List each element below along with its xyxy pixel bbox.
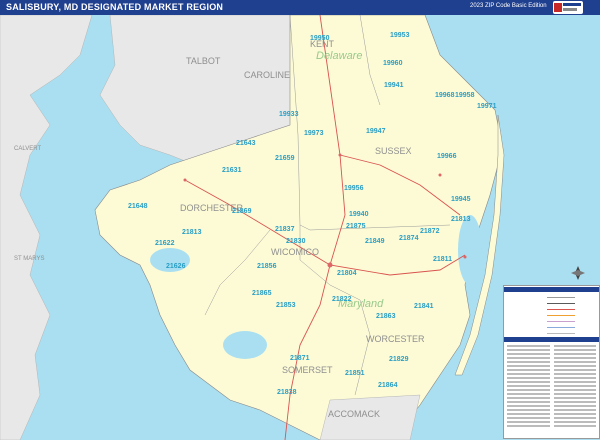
state-label-delaware: Delaware (316, 50, 362, 62)
legend-swatch (547, 296, 575, 298)
zip-label[interactable]: 19956 (344, 185, 364, 192)
county-label-accomack: ACCOMACK (328, 409, 380, 419)
zip-label[interactable]: 21837 (275, 226, 295, 233)
map-title: SALISBURY, MD DESIGNATED MARKET REGION (6, 2, 224, 12)
zip-label[interactable]: 19950 (310, 35, 330, 42)
county-label-wicomico: WICOMICO (271, 247, 319, 257)
coastal-bay (458, 215, 482, 285)
legend-swatch (547, 320, 575, 322)
zip-label[interactable]: 19973 (304, 130, 324, 137)
county-label-calvert: CALVERT (14, 146, 41, 152)
zip-label[interactable]: 21849 (365, 238, 385, 245)
zip-label[interactable]: 21851 (345, 370, 365, 377)
zip-label[interactable]: 21863 (376, 313, 396, 320)
zip-label[interactable]: 19940 (349, 211, 369, 218)
title-bar: SALISBURY, MD DESIGNATED MARKET REGION 2… (0, 0, 600, 15)
map-frame: SALISBURY, MD DESIGNATED MARKET REGION 2… (0, 0, 600, 440)
legend-swatch (547, 332, 575, 334)
legend-heading (504, 287, 599, 292)
zip-label[interactable]: 19968 (435, 92, 455, 99)
zip-label[interactable]: 19960 (383, 60, 403, 67)
county-label-worcester: WORCESTER (366, 334, 425, 344)
county-label-caroline: CAROLINE (244, 70, 290, 80)
zip-label[interactable]: 19958 (455, 92, 475, 99)
zip-label[interactable]: 21872 (420, 228, 440, 235)
zip-label[interactable]: 19966 (437, 153, 457, 160)
zip-label[interactable]: 21856 (257, 263, 277, 270)
edition-label: 2023 ZIP Code Basic Edition (470, 3, 547, 9)
zip-label[interactable]: 21659 (275, 155, 295, 162)
zip-label[interactable]: 19945 (451, 196, 471, 203)
county-label-sussex: SUSSEX (375, 146, 412, 156)
zip-label[interactable]: 21865 (252, 290, 272, 297)
zip-label[interactable]: 21838 (277, 389, 297, 396)
zip-label[interactable]: 21875 (346, 223, 366, 230)
zip-label[interactable]: 21829 (389, 356, 409, 363)
zip-label[interactable]: 21631 (222, 167, 242, 174)
legend-swatch (547, 308, 575, 310)
zip-label[interactable]: 21648 (128, 203, 148, 210)
zip-label[interactable]: 21874 (399, 235, 419, 242)
publisher-logo (553, 1, 583, 14)
zip-label[interactable]: 19953 (390, 32, 410, 39)
legend-row (507, 330, 596, 336)
zip-label[interactable]: 19941 (384, 82, 404, 89)
zip-label[interactable]: 21811 (433, 256, 452, 263)
zip-label[interactable]: 21853 (276, 302, 296, 309)
legend-swatch (547, 326, 575, 328)
county-label-talbot: TALBOT (186, 56, 221, 66)
zip-label[interactable]: 21822 (332, 296, 352, 303)
county-label-somerset: SOMERSET (282, 365, 333, 375)
zip-label[interactable]: 21871 (290, 355, 310, 362)
legend-swatch (547, 314, 575, 316)
zip-label[interactable]: 21830 (286, 238, 306, 245)
zip-label[interactable]: 21622 (155, 240, 175, 247)
legend-subheading (504, 337, 599, 342)
zip-label[interactable]: 21804 (337, 270, 357, 277)
zip-label[interactable]: 21841 (414, 303, 434, 310)
map-legend (503, 285, 600, 439)
county-label-st-marys: ST MARYS (14, 256, 44, 262)
zip-label[interactable]: 21864 (378, 382, 398, 389)
tangier-sound (223, 331, 267, 359)
legend-swatch (547, 302, 575, 304)
zip-label[interactable]: 21869 (232, 208, 252, 215)
zip-label[interactable]: 19971 (477, 103, 497, 110)
zip-label[interactable]: 21643 (236, 140, 256, 147)
zip-label[interactable]: 19933 (279, 111, 299, 118)
zip-label[interactable]: 21813 (451, 216, 471, 223)
zip-label[interactable]: 21813 (182, 229, 202, 236)
legend-city-list (507, 344, 596, 428)
zip-label[interactable]: 21626 (166, 263, 186, 270)
zip-label[interactable]: 19947 (366, 128, 386, 135)
